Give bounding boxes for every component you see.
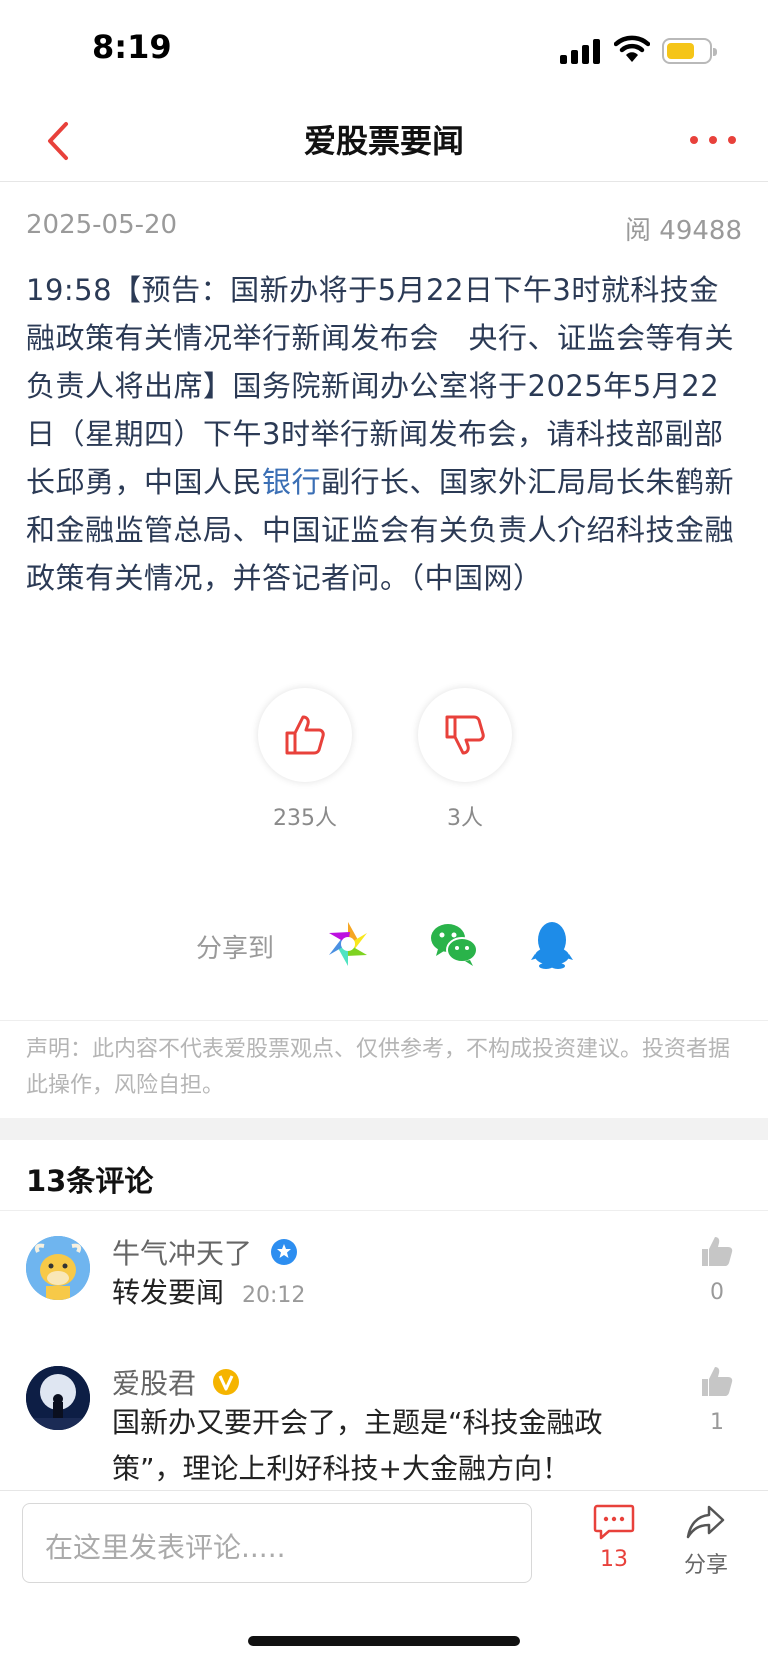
comment-like-count: 1 bbox=[710, 1410, 724, 1435]
article-meta: 2025-05-20 阅 49488 bbox=[26, 210, 742, 250]
read-count: 阅 49488 bbox=[625, 216, 742, 246]
divider bbox=[0, 1210, 768, 1211]
share-button[interactable]: 分享 bbox=[680, 1503, 732, 1579]
article-date: 2025-05-20 bbox=[26, 210, 178, 240]
nav-bar: 爱股票要闻 bbox=[0, 100, 768, 182]
section-gap bbox=[0, 1118, 768, 1140]
comment-like-button[interactable]: 1 bbox=[692, 1364, 742, 1435]
bull-avatar-icon bbox=[26, 1236, 90, 1300]
v-badge-icon bbox=[213, 1369, 239, 1395]
thumbs-up-button[interactable] bbox=[258, 688, 352, 782]
share-row: 分享到 bbox=[0, 918, 768, 978]
comments-title: 13条评论 bbox=[26, 1164, 154, 1198]
comment-bubble-icon bbox=[593, 1504, 635, 1540]
divider bbox=[0, 1020, 768, 1021]
thumbs-up-icon bbox=[702, 1237, 733, 1266]
wechat-icon[interactable] bbox=[428, 918, 480, 970]
comment-input[interactable]: 在这里发表评论..... bbox=[22, 1503, 532, 1583]
share-arrow-icon bbox=[686, 1505, 725, 1539]
comment-username[interactable]: 爱股君 bbox=[112, 1362, 196, 1402]
verified-badge-icon bbox=[271, 1239, 297, 1265]
thumbs-down-count: 3人 bbox=[447, 806, 483, 831]
comment-text: 国新办又要开会了，主题是“科技金融政策”，理论上利好科技+大金融方向！ bbox=[112, 1406, 603, 1485]
comment-like-button[interactable]: 0 bbox=[692, 1234, 742, 1305]
cellular-signal-icon bbox=[560, 38, 602, 64]
share-label: 分享 bbox=[683, 1553, 728, 1578]
thumbs-up-count: 235人 bbox=[273, 806, 337, 831]
avatar[interactable] bbox=[26, 1366, 90, 1430]
bottom-bar: 在这里发表评论..... 13 分享 bbox=[0, 1490, 768, 1592]
comment-text-row: 转发要闻 20:12 bbox=[112, 1270, 672, 1319]
stock-link[interactable]: 银行 bbox=[262, 465, 321, 499]
more-options-icon[interactable] bbox=[688, 126, 738, 156]
comment-time: 20:12 bbox=[242, 1283, 306, 1308]
share-label: 分享到 bbox=[196, 934, 275, 964]
avatar[interactable] bbox=[26, 1236, 90, 1300]
comments-button[interactable]: 13 bbox=[588, 1503, 640, 1572]
battery-icon bbox=[662, 38, 717, 64]
wifi-icon bbox=[614, 35, 650, 62]
disclaimer: 声明：此内容不代表爱股票观点、仅供参考，不构成投资建议。投资者据此操作，风险自担… bbox=[26, 1037, 731, 1098]
thumbs-up-icon bbox=[285, 715, 325, 755]
comments-count: 13 bbox=[600, 1547, 628, 1572]
comment-username[interactable]: 牛气冲天了 bbox=[112, 1232, 252, 1272]
moon-avatar-icon bbox=[26, 1366, 90, 1430]
page-title: 爱股票要闻 bbox=[303, 122, 464, 160]
thumbs-down-icon bbox=[445, 715, 485, 755]
thumbs-up-icon bbox=[702, 1367, 733, 1396]
thumbs-down-button[interactable] bbox=[418, 688, 512, 782]
status-bar: 8:19 bbox=[0, 0, 768, 100]
status-time: 8:19 bbox=[92, 28, 172, 66]
comment-like-count: 0 bbox=[710, 1280, 724, 1305]
qq-icon[interactable] bbox=[526, 918, 578, 970]
moments-icon[interactable] bbox=[322, 918, 374, 970]
comment-text: 转发要闻 bbox=[112, 1276, 225, 1309]
home-indicator bbox=[248, 1636, 520, 1646]
article-body: 19:58【预告：国新办将于5月22日下午3时就科技金融政策有关情况举行新闻发布… bbox=[26, 266, 746, 602]
